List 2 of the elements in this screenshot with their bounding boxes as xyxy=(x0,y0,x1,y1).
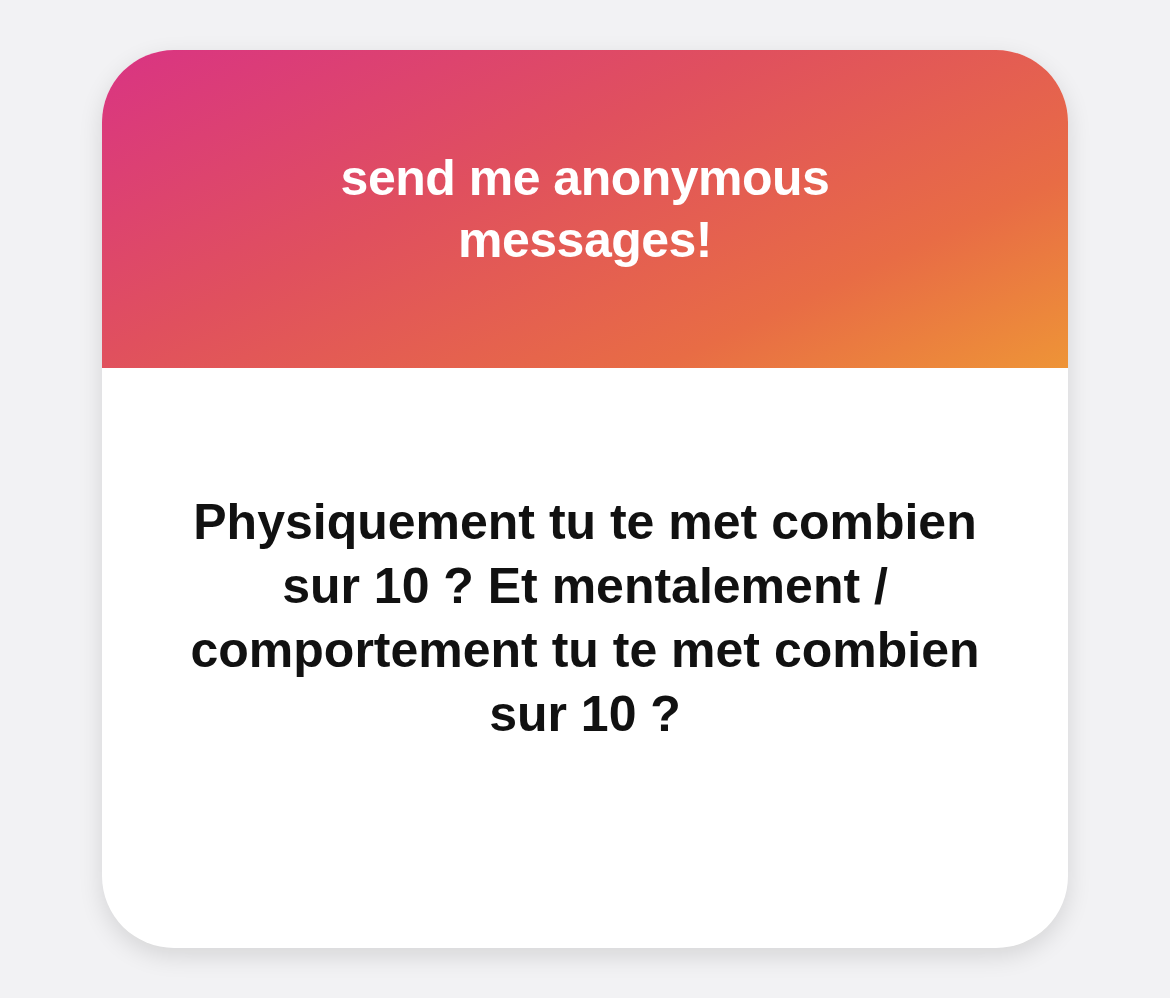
message-text: Physiquement tu te met combien sur 10 ? Et mentalement / comportement tu te met combien sur 10 ? xyxy=(189,493,981,744)
header-title: send me anonymous messages! xyxy=(339,149,831,270)
